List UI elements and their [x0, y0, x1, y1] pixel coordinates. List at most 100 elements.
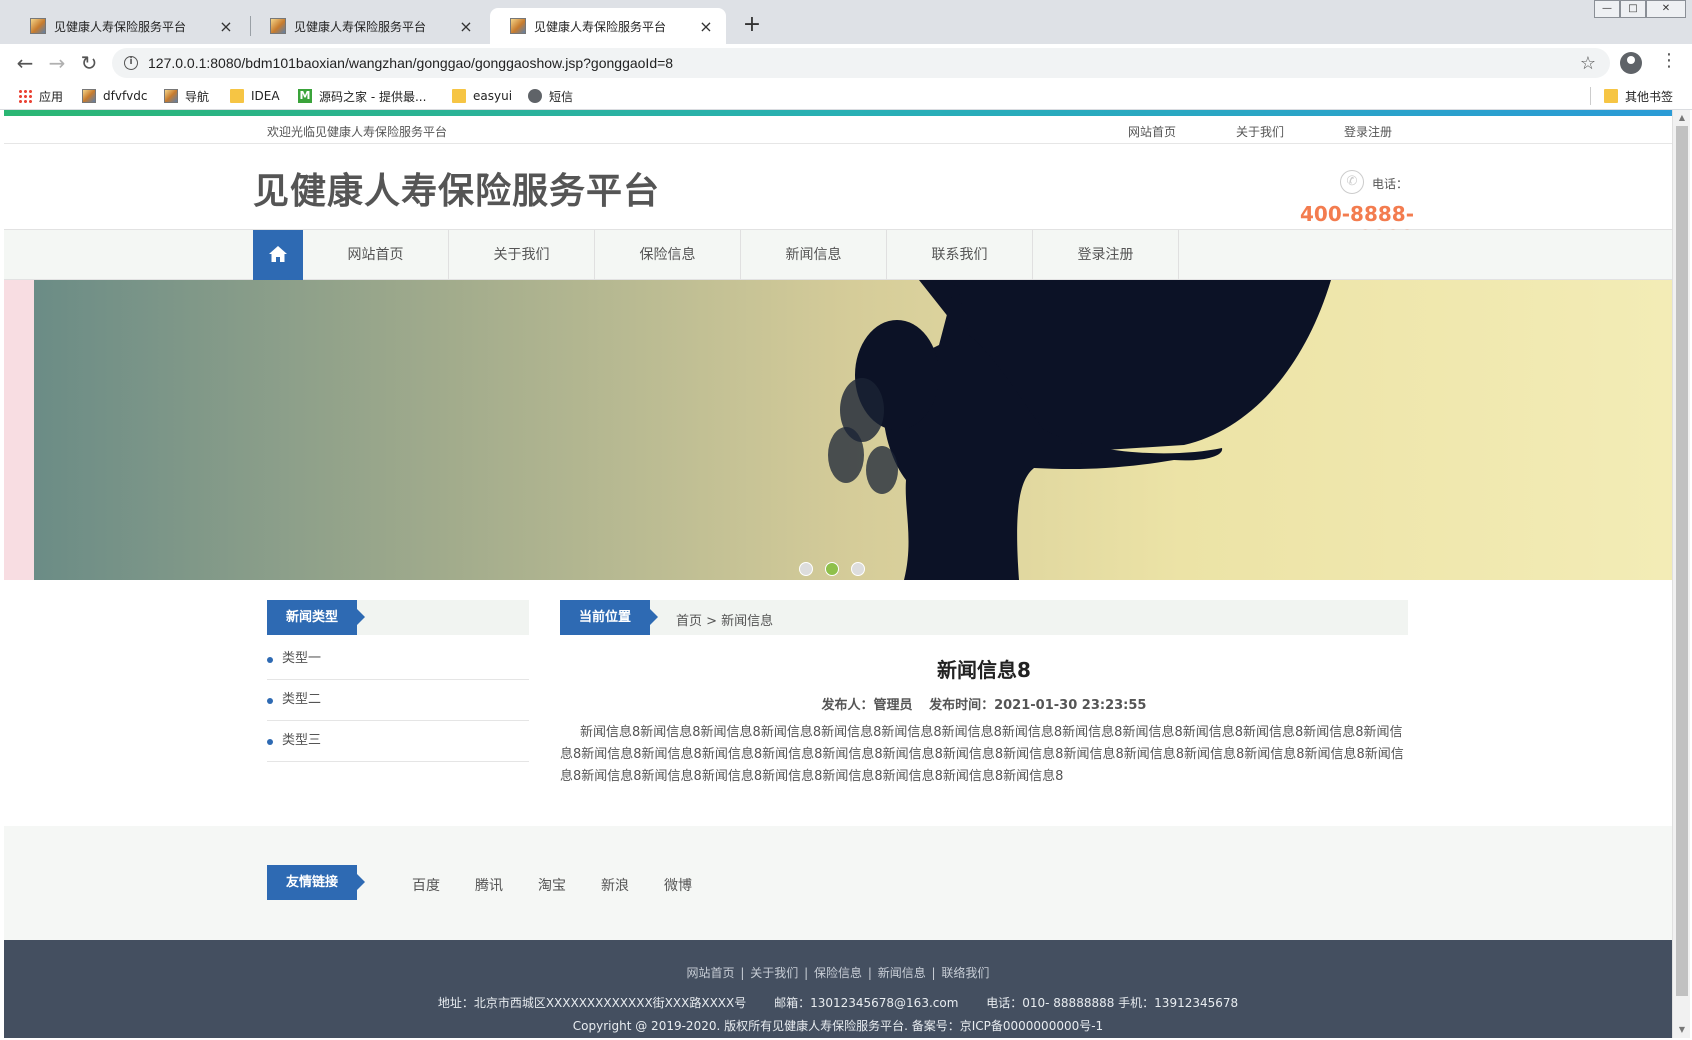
url-text[interactable]: 127.0.0.1:8080/bdm101baoxian/wangzhan/go…	[148, 55, 673, 71]
footer-address: 地址：北京市西城区XXXXXXXXXXXXX街XXX路XXXX号	[437, 996, 747, 1010]
slider-dot[interactable]	[851, 562, 865, 576]
nav-item-insurance[interactable]: 保险信息	[595, 230, 741, 280]
reload-icon[interactable]: ↻	[76, 50, 102, 76]
footer-separator: |	[740, 966, 745, 980]
page-viewport: 欢迎光临见健康人寿保险服务平台 网站首页 关于我们 登录注册 见健康人寿保险服务…	[4, 110, 1672, 1038]
address-bar[interactable]: i 127.0.0.1:8080/bdm101baoxian/wangzhan/…	[112, 48, 1610, 78]
banner-image	[34, 280, 1672, 580]
footer-phone: 电话：010- 88888888 手机：13912345678	[986, 996, 1239, 1010]
slider-dot-active[interactable]	[825, 562, 839, 576]
page-favicon-icon	[510, 18, 526, 34]
nav-item-contact[interactable]: 联系我们	[887, 230, 1033, 280]
minimize-window-icon[interactable]: —	[1594, 0, 1620, 18]
friend-link-tencent[interactable]: 腾讯	[475, 875, 503, 895]
close-icon[interactable]: ×	[218, 17, 234, 36]
nav-item-login[interactable]: 登录注册	[1033, 230, 1179, 280]
nav-item-news[interactable]: 新闻信息	[741, 230, 887, 280]
folder-icon	[452, 89, 466, 103]
bookmark-label: dfvfvdc	[103, 89, 148, 103]
breadcrumb: 当前位置 首页 > 新闻信息	[560, 600, 1408, 635]
footer-separator: |	[804, 966, 809, 980]
bookmark-label: 短信	[549, 89, 574, 104]
bookmarks-bar: 应用 dfvfvdc 导航 IDEA M 源码之家 - 提供最... easyu…	[0, 82, 1692, 110]
nav-item-home[interactable]: 网站首页	[303, 230, 449, 280]
article-title: 新闻信息8	[937, 658, 1031, 682]
close-window-icon[interactable]: ✕	[1646, 0, 1686, 18]
nav-item-about[interactable]: 关于我们	[449, 230, 595, 280]
bookmark-easyui[interactable]: easyui	[452, 86, 512, 106]
bookmark-dfvfvdc[interactable]: dfvfvdc	[82, 86, 147, 106]
close-icon[interactable]: ×	[458, 17, 474, 36]
friend-link-taobao[interactable]: 淘宝	[538, 875, 566, 895]
banner-slider[interactable]	[4, 280, 1672, 580]
close-icon[interactable]: ×	[698, 17, 714, 36]
footer-link-about[interactable]: 关于我们	[750, 966, 798, 980]
sidebar-item-type3[interactable]: 类型三	[267, 721, 529, 762]
site-logo[interactable]: 见健康人寿保险服务平台	[253, 162, 660, 214]
top-link-login[interactable]: 登录注册	[1344, 123, 1392, 140]
tab-title: 见健康人寿保险服务平台	[54, 19, 187, 34]
phone-label: 电话：	[1372, 177, 1409, 191]
top-link-about[interactable]: 关于我们	[1236, 123, 1284, 140]
forward-arrow-icon[interactable]: →	[44, 50, 70, 76]
content-area: 新闻类型 类型一 类型二 类型三 当前位置 首页 > 新闻信息 新闻信息8 发布…	[4, 580, 1672, 826]
folder-icon	[1604, 89, 1618, 103]
other-bookmarks[interactable]: 其他书签	[1604, 86, 1673, 106]
breadcrumb-path[interactable]: 首页 > 新闻信息	[676, 610, 773, 629]
footer-nav: 网站首页 | 关于我们 | 保险信息 | 新闻信息 | 联络我们	[4, 940, 1672, 981]
bullet-icon	[267, 698, 273, 704]
browser-tab-active[interactable]: 见健康人寿保险服务平台 ×	[490, 8, 726, 44]
browser-tab[interactable]: 见健康人寿保险服务平台 ×	[10, 8, 246, 44]
back-arrow-icon[interactable]: ←	[12, 50, 38, 76]
friend-link-baidu[interactable]: 百度	[412, 875, 440, 895]
sidebar-item-type1[interactable]: 类型一	[267, 639, 529, 680]
sidebar-header: 新闻类型	[267, 600, 529, 635]
bookmark-idea[interactable]: IDEA	[230, 86, 280, 106]
footer-link-contact[interactable]: 联络我们	[941, 966, 989, 980]
bookmark-label: 应用	[39, 89, 64, 104]
profile-avatar-icon[interactable]	[1620, 52, 1642, 74]
footer-link-news[interactable]: 新闻信息	[878, 966, 926, 980]
sidebar-item-label: 类型一	[282, 651, 322, 666]
phone-icon: ✆	[1340, 170, 1364, 194]
site-info-icon[interactable]: i	[124, 56, 138, 70]
page-favicon-icon	[30, 18, 46, 34]
apps-grid-icon	[18, 89, 32, 103]
bookmark-yuanma[interactable]: M 源码之家 - 提供最...	[298, 86, 426, 106]
bookmark-nav[interactable]: 导航	[164, 86, 209, 106]
page-scrollbar[interactable]: ▲ ▼	[1672, 110, 1690, 1038]
new-tab-button[interactable]: +	[740, 12, 764, 40]
globe-icon	[528, 89, 542, 103]
footer-separator: |	[931, 966, 936, 980]
article-meta: 发布人：管理员 发布时间：2021-01-30 23:23:55	[560, 694, 1408, 713]
bookmark-star-icon[interactable]: ☆	[1580, 53, 1596, 74]
tab-title: 见健康人寿保险服务平台	[534, 19, 667, 34]
folder-icon	[230, 89, 244, 103]
friend-link-sina[interactable]: 新浪	[601, 875, 629, 895]
browser-menu-icon[interactable]: ⋮	[1660, 50, 1678, 71]
browser-tab[interactable]: 见健康人寿保险服务平台 ×	[250, 8, 486, 44]
maximize-window-icon[interactable]: □	[1620, 0, 1646, 18]
top-link-home[interactable]: 网站首页	[1128, 123, 1176, 140]
friend-link-weibo[interactable]: 微博	[664, 875, 692, 895]
home-icon	[269, 246, 287, 262]
footer-link-home[interactable]: 网站首页	[687, 966, 735, 980]
page-favicon-icon	[270, 18, 286, 34]
site-header: 见健康人寿保险服务平台 ✆ 电话： 400-8888-8888	[4, 144, 1672, 250]
article-publisher: 发布人：管理员	[821, 698, 913, 713]
tab-title: 见健康人寿保险服务平台	[294, 19, 427, 34]
footer-contact-info: 地址：北京市西城区XXXXXXXXXXXXX街XXX路XXXX号 邮箱：1301…	[4, 994, 1672, 1011]
bookmark-apps[interactable]: 应用	[18, 86, 63, 106]
sidebar-item-type2[interactable]: 类型二	[267, 680, 529, 721]
bookmark-sms[interactable]: 短信	[528, 86, 573, 106]
scroll-down-icon[interactable]: ▼	[1673, 1022, 1691, 1038]
friend-links-title: 友情链接	[267, 865, 366, 900]
scrollbar-thumb[interactable]	[1676, 126, 1688, 996]
slider-dot[interactable]	[799, 562, 813, 576]
article-time: 发布时间：2021-01-30 23:23:55	[929, 698, 1147, 713]
sidebar-item-label: 类型三	[282, 733, 322, 748]
breadcrumb-title: 当前位置	[560, 600, 659, 635]
scroll-up-icon[interactable]: ▲	[1673, 110, 1691, 126]
footer-link-insurance[interactable]: 保险信息	[814, 966, 862, 980]
home-button[interactable]	[253, 230, 303, 280]
